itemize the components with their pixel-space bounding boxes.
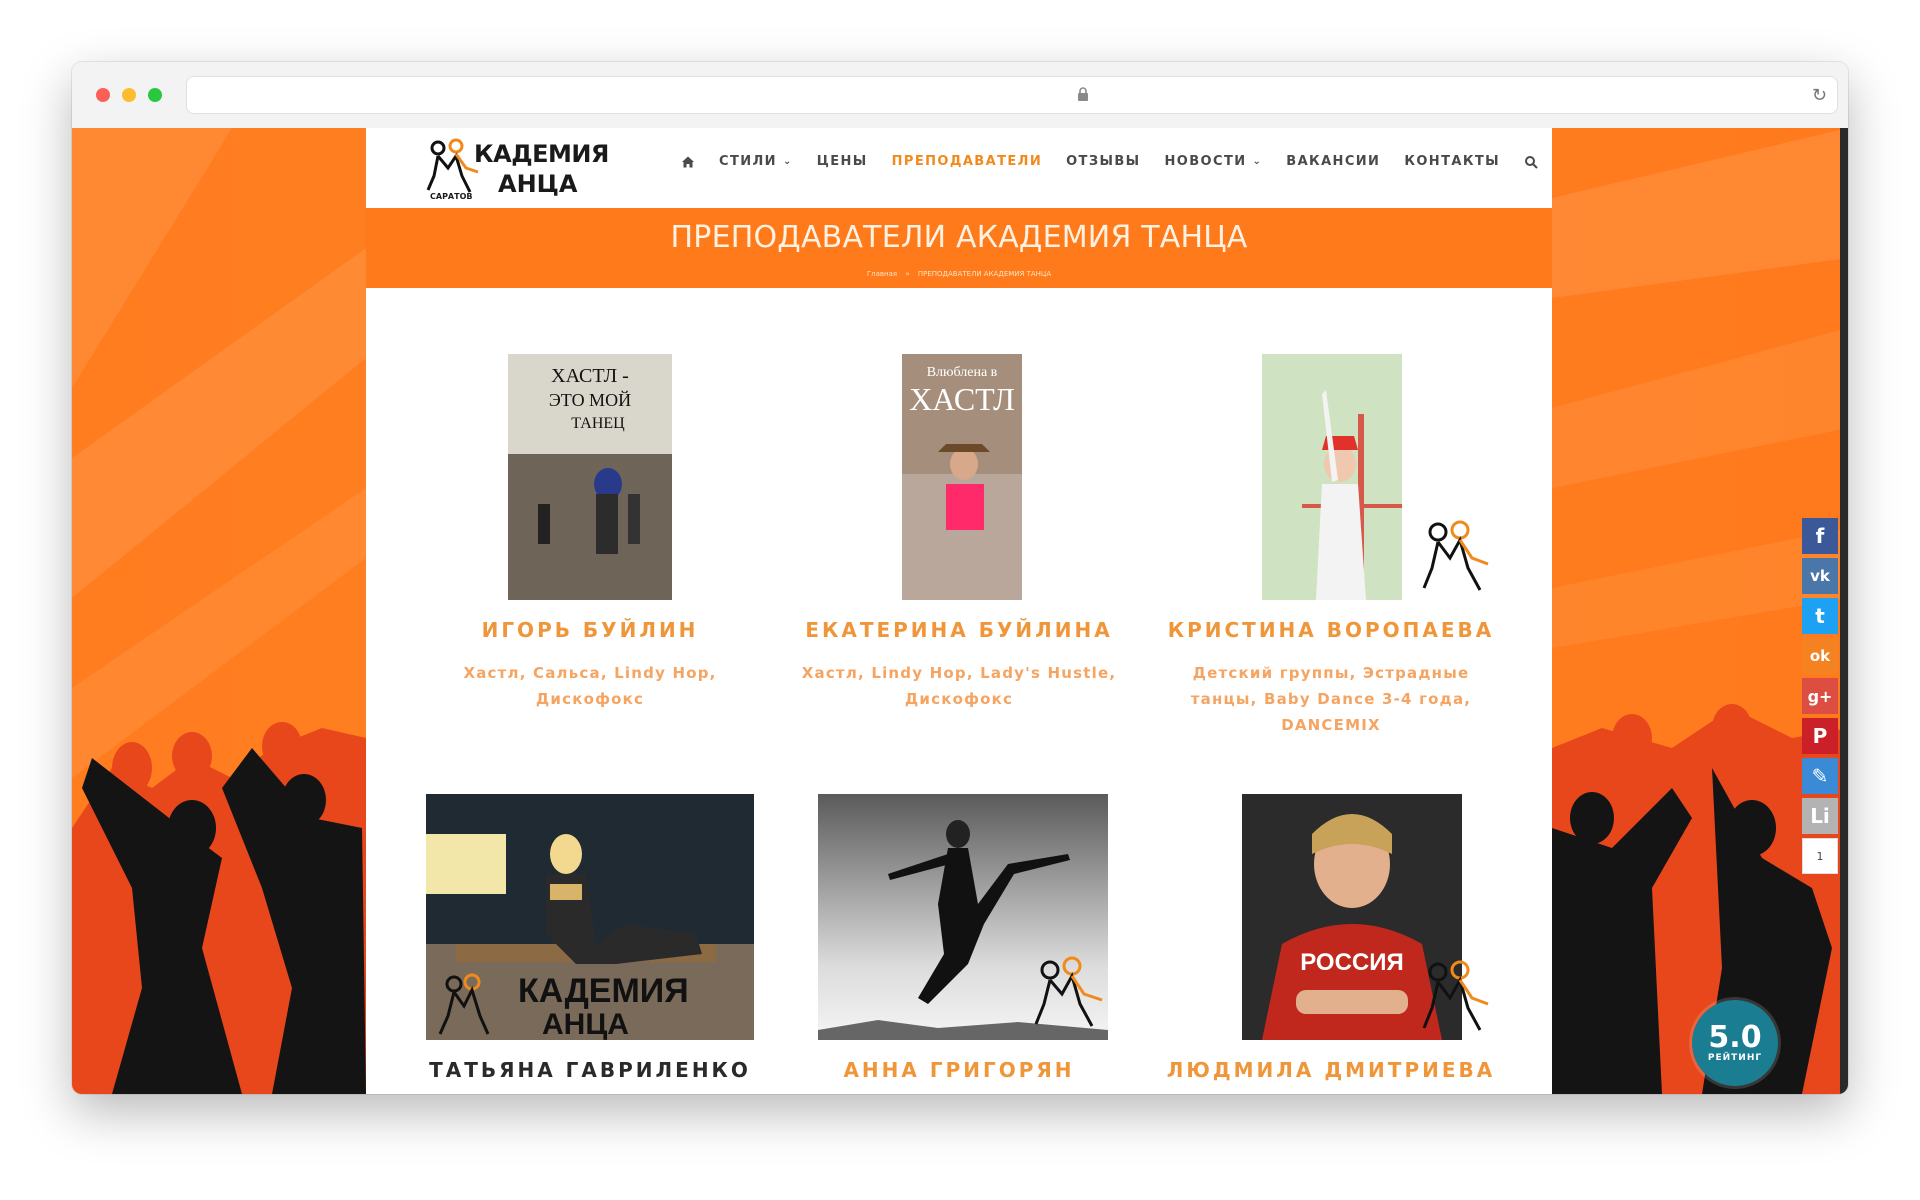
teacher-name[interactable]: ЛЮДМИЛА ДМИТРИЕВА [1108,1058,1554,1082]
nav-contacts-label: КОНТАКТЫ [1404,154,1500,169]
browser-titlebar: ↻ [72,62,1848,129]
chevron-down-icon: ⌄ [1252,156,1263,167]
teacher-name[interactable]: КРИСТИНА ВОРОПАЕВА [1108,618,1554,642]
poster-text: Влюблена в [927,365,998,380]
chevron-down-icon: ⌄ [782,156,793,167]
nav-contacts[interactable]: КОНТАКТЫ [1404,154,1500,169]
nav-vacancies-label: ВАКАНСИИ [1286,154,1381,169]
teacher-styles: Детский группы, Эстрадные танцы, Baby Da… [1108,660,1554,738]
teacher-photo[interactable] [818,794,1108,1040]
nav-teachers-label: ПРЕПОДАВАТЕЛИ [891,154,1043,169]
breadcrumb: Главная » ПРЕПОДАВАТЕЛИ АКАДЕМИЯ ТАНЦА [366,270,1552,278]
rating-label: РЕЙТИНГ [1707,1053,1763,1063]
odnoklassniki-share-button[interactable]: ok [1802,638,1838,674]
nav-prices[interactable]: ЦЕНЫ [817,154,868,169]
nav-home[interactable] [681,155,695,169]
teacher-photo[interactable]: Влюблена в ХАСТЛ [902,354,1022,600]
nav-teachers[interactable]: ПРЕПОДАВАТЕЛИ [892,154,1042,169]
address-bar[interactable]: ↻ [186,76,1838,114]
main-navigation: СТИЛИ ⌄ ЦЕНЫ ПРЕПОДАВАТЕЛИ ОТЗЫВЫ НОВОСТИ… [681,154,1562,169]
google-plus-share-button[interactable]: g+ [1802,678,1838,714]
social-share-bar: f vk t ok g+ P ✎ Li 1 [1802,518,1838,874]
dancers-logo-icon [1422,960,1489,1031]
lock-icon [1078,87,1088,101]
site-container: КАДЕМИЯ АНЦА САРАТОВ СТИЛИ ⌄ ЦЕНЫ ПРЕПОДА… [366,128,1552,1094]
twitter-icon: t [1815,604,1825,628]
teacher-card[interactable]: РОССИЯ ЛЮДМИЛА ДМИТРИЕВА [366,288,1492,1082]
teacher-styles-line: DANCEMIX [1281,716,1381,734]
breadcrumb-home-link[interactable]: Главная [867,270,897,278]
nav-styles[interactable]: СТИЛИ ⌄ [719,154,793,169]
teacher-photo[interactable]: КАДЕМИЯ АНЦА [426,794,754,1040]
pinterest-share-button[interactable]: P [1802,718,1838,754]
odnoklassniki-icon: ok [1809,647,1831,665]
teacher-styles-line: Детский группы, Эстрадные [1192,664,1470,682]
site-logo[interactable]: КАДЕМИЯ АНЦА САРАТОВ [426,136,609,202]
page-title-banner: ПРЕПОДАВАТЕЛИ АКАДЕМИЯ ТАНЦА Главная » П… [366,208,1552,288]
liveinternet-icon: Li [1810,804,1830,828]
logo-line2: АНЦА [498,170,578,198]
shirt-text: РОССИЯ [1300,949,1404,976]
scrollbar[interactable] [1840,128,1848,1094]
breadcrumb-current: ПРЕПОДАВАТЕЛИ АКАДЕМИЯ ТАНЦА [917,270,1052,278]
page-title: ПРЕПОДАВАТЕЛИ АКАДЕМИЯ ТАНЦА [670,220,1248,255]
reload-icon[interactable]: ↻ [1812,85,1827,106]
liveinternet-share-button[interactable]: Li [1802,798,1838,834]
breadcrumb-separator: » [905,270,910,278]
teachers-grid: ХАСТЛ - ЭТО МОЙ ТАНЕЦ ИГОРЬ БУЙЛИН Хастл… [366,288,1552,1094]
rating-badge[interactable]: 5.0 РЕЙТИНГ [1692,1000,1778,1086]
nav-news[interactable]: НОВОСТИ ⌄ [1165,154,1263,169]
poster-text: ХАСТЛ [909,381,1015,417]
nav-search[interactable] [1524,155,1538,169]
nav-reviews-label: ОТЗЫВЫ [1066,154,1141,169]
logo-city: САРАТОВ [430,192,473,201]
dancers-logo-icon [1422,520,1489,591]
site-header: КАДЕМИЯ АНЦА САРАТОВ СТИЛИ ⌄ ЦЕНЫ ПРЕПОДА… [366,128,1552,208]
minimize-window-button[interactable] [122,88,136,102]
nav-vacancies[interactable]: ВАКАНСИИ [1286,154,1380,169]
nav-reviews[interactable]: ОТЗЫВЫ [1066,154,1140,169]
search-icon [1524,155,1538,169]
nav-prices-label: ЦЕНЫ [816,154,868,169]
vk-icon: vk [1810,567,1830,585]
nav-styles-label: СТИЛИ [719,154,777,169]
pinterest-icon: P [1812,724,1828,748]
facebook-icon: f [1815,524,1825,548]
logo-line1: КАДЕМИЯ [474,140,609,168]
nav-news-label: НОВОСТИ [1164,154,1247,169]
teacher-photo[interactable] [1262,354,1402,600]
browser-window: ↻ КАДЕМИЯ АНЦА САРАТОВ СТИЛИ ⌄ ЦЕНЫ ПРЕП… [72,62,1848,1094]
photo-watermark: АНЦА [542,1008,629,1040]
google-plus-icon: g+ [1807,686,1833,706]
page-viewport: КАДЕМИЯ АНЦА САРАТОВ СТИЛИ ⌄ ЦЕНЫ ПРЕПОДА… [72,128,1848,1094]
share-count: 1 [1802,838,1838,874]
twitter-share-button[interactable]: t [1802,598,1838,634]
home-icon [682,156,694,167]
livejournal-share-button[interactable]: ✎ [1802,758,1838,794]
facebook-share-button[interactable]: f [1802,518,1838,554]
close-window-button[interactable] [96,88,110,102]
photo-watermark: КАДЕМИЯ [518,972,689,1010]
vk-share-button[interactable]: vk [1802,558,1838,594]
rating-value: 5.0 [1708,1020,1762,1055]
livejournal-icon: ✎ [1811,764,1829,788]
teacher-styles-line: танцы, Baby Dance 3-4 года, [1190,690,1472,708]
maximize-window-button[interactable] [148,88,162,102]
